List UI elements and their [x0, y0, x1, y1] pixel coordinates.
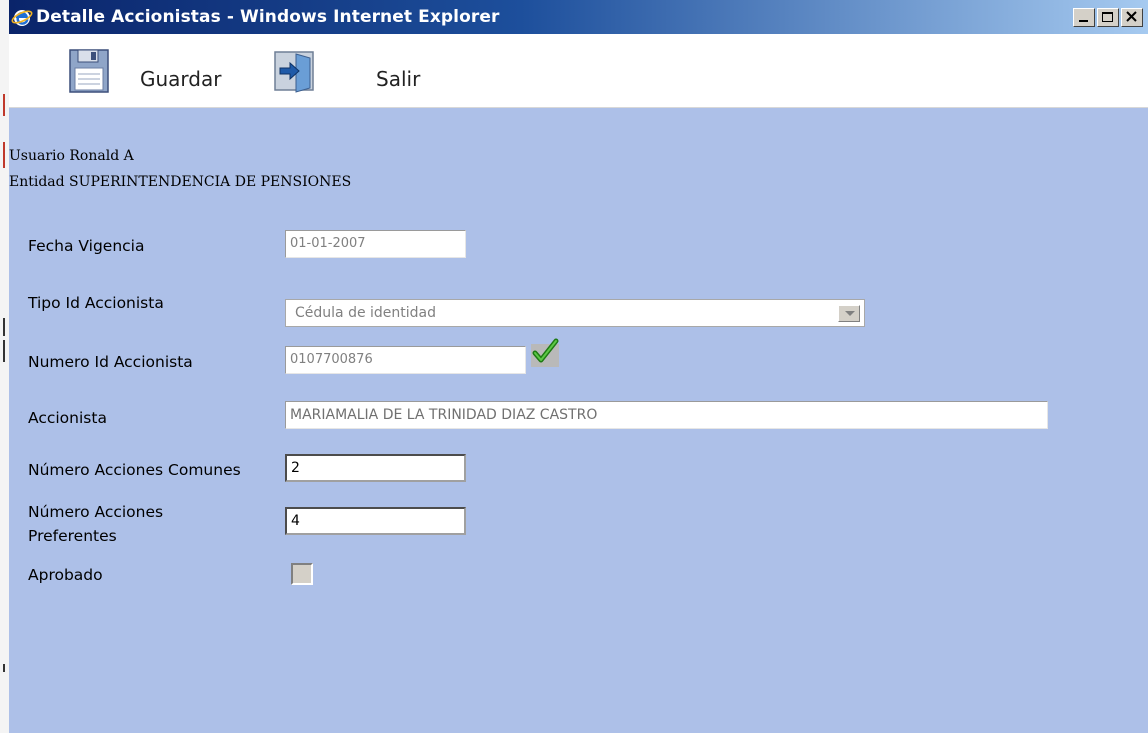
accionista-field[interactable]: MARIAMALIA DE LA TRINIDAD DIAZ CASTRO [285, 401, 1048, 429]
entity-info: Entidad SUPERINTENDENCIA DE PENSIONES [9, 174, 352, 190]
close-icon [1126, 11, 1137, 22]
tipo-id-selected-value: Cédula de identidad [295, 305, 437, 321]
exit-door-icon[interactable] [272, 48, 318, 96]
fecha-vigencia-field[interactable]: 01-01-2007 [285, 230, 466, 258]
tipo-id-select[interactable]: Cédula de identidad [285, 299, 865, 327]
minimize-button[interactable] [1073, 8, 1095, 27]
left-window-edge [0, 0, 9, 733]
ie-icon [11, 6, 33, 28]
checkmark-icon [528, 337, 562, 367]
toolbar: Guardar Salir [9, 34, 1148, 108]
tipo-id-label: Tipo Id Accionista [28, 294, 164, 312]
acciones-comunes-label: Número Acciones Comunes [28, 461, 241, 479]
form-panel: Usuario Ronald A Entidad SUPERINTENDENCI… [9, 108, 1148, 733]
aprobado-checkbox[interactable] [291, 563, 313, 585]
accionista-label: Accionista [28, 409, 107, 427]
aprobado-label: Aprobado [28, 566, 103, 584]
close-button[interactable] [1121, 8, 1143, 27]
acciones-preferentes-label-line2: Preferentes [28, 527, 117, 545]
user-info: Usuario Ronald A [9, 148, 134, 164]
dropdown-arrow-icon[interactable] [838, 305, 860, 322]
numero-id-label: Numero Id Accionista [28, 353, 193, 371]
acciones-preferentes-label-line1: Número Acciones [28, 503, 164, 521]
acciones-preferentes-input[interactable]: 4 [285, 507, 466, 535]
acciones-comunes-input[interactable]: 2 [285, 454, 466, 482]
fecha-vigencia-label: Fecha Vigencia [28, 237, 145, 255]
save-button[interactable]: Guardar [140, 67, 221, 91]
minimize-icon [1079, 20, 1088, 22]
maximize-icon [1102, 12, 1113, 22]
window-title: Detalle Accionistas - Windows Internet E… [36, 7, 500, 27]
floppy-disk-icon[interactable] [68, 48, 114, 96]
maximize-button[interactable] [1097, 8, 1119, 27]
exit-button[interactable]: Salir [376, 67, 420, 91]
window-titlebar[interactable]: Detalle Accionistas - Windows Internet E… [9, 0, 1148, 34]
numero-id-field[interactable]: 0107700876 [285, 346, 526, 374]
